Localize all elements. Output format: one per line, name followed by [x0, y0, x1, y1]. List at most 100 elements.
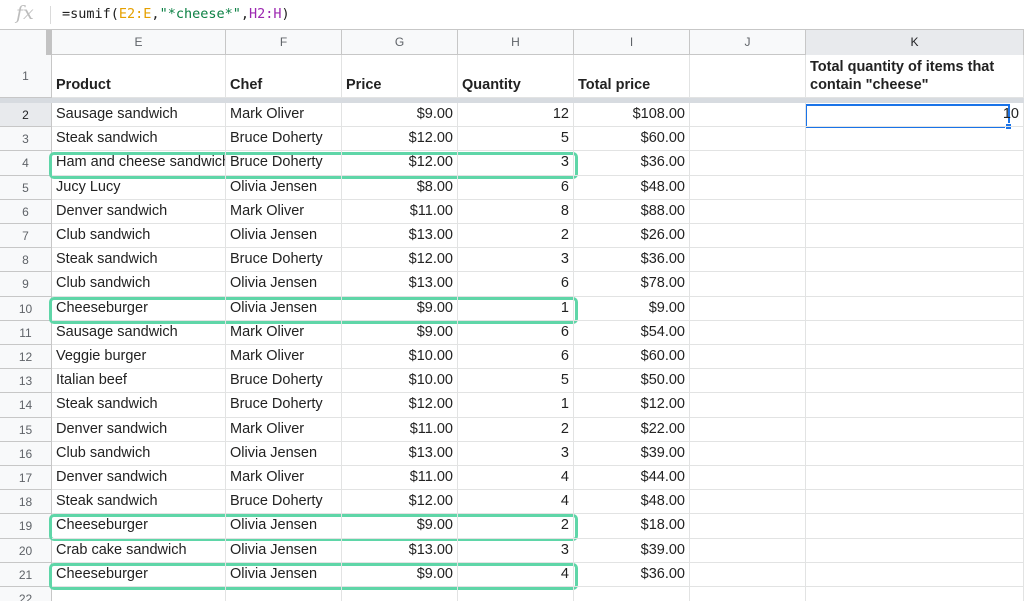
price-cell[interactable]: $12.00 — [342, 490, 458, 515]
row-header-2[interactable]: 2 — [0, 103, 52, 128]
quantity-cell[interactable]: 2 — [458, 224, 574, 249]
total-price-cell[interactable]: $88.00 — [574, 199, 690, 224]
chef-cell[interactable]: Mark Oliver — [226, 103, 342, 128]
empty-cell[interactable] — [806, 466, 1024, 491]
price-cell[interactable]: $11.00 — [342, 417, 458, 442]
empty-cell[interactable] — [52, 587, 226, 601]
total-price-cell[interactable]: $54.00 — [574, 320, 690, 345]
empty-cell[interactable] — [806, 441, 1024, 466]
product-cell[interactable]: Club sandwich — [52, 272, 226, 297]
empty-cell[interactable] — [690, 55, 806, 98]
header-cell-quantity[interactable]: Quantity — [458, 55, 574, 98]
chef-cell[interactable]: Olivia Jensen — [226, 296, 342, 321]
quantity-cell[interactable]: 6 — [458, 345, 574, 370]
price-cell[interactable]: $13.00 — [342, 538, 458, 563]
price-cell[interactable]: $9.00 — [342, 562, 458, 587]
empty-cell[interactable] — [806, 417, 1024, 442]
empty-cell[interactable] — [806, 224, 1024, 249]
empty-cell[interactable] — [806, 514, 1024, 539]
quantity-cell[interactable]: 8 — [458, 199, 574, 224]
price-cell[interactable]: $12.00 — [342, 151, 458, 176]
chef-cell[interactable]: Olivia Jensen — [226, 562, 342, 587]
total-price-cell[interactable]: $18.00 — [574, 514, 690, 539]
empty-cell[interactable] — [690, 490, 806, 515]
empty-cell[interactable] — [690, 562, 806, 587]
price-cell[interactable]: $13.00 — [342, 272, 458, 297]
total-price-cell[interactable]: $36.00 — [574, 151, 690, 176]
price-cell[interactable]: $12.00 — [342, 248, 458, 273]
header-cell-chef[interactable]: Chef — [226, 55, 342, 98]
empty-cell[interactable] — [690, 103, 806, 128]
column-header-f[interactable]: F — [226, 30, 342, 55]
price-cell[interactable]: $10.00 — [342, 345, 458, 370]
price-cell[interactable]: $11.00 — [342, 199, 458, 224]
empty-cell[interactable] — [806, 320, 1024, 345]
price-cell[interactable]: $8.00 — [342, 175, 458, 200]
product-cell[interactable]: Denver sandwich — [52, 199, 226, 224]
empty-cell[interactable] — [806, 248, 1024, 273]
empty-cell[interactable] — [690, 345, 806, 370]
empty-cell[interactable] — [690, 538, 806, 563]
total-price-cell[interactable]: $39.00 — [574, 538, 690, 563]
empty-cell[interactable] — [342, 587, 458, 601]
row-header-6[interactable]: 6 — [0, 199, 52, 224]
price-cell[interactable]: $13.00 — [342, 224, 458, 249]
empty-cell[interactable] — [806, 538, 1024, 563]
product-cell[interactable]: Denver sandwich — [52, 417, 226, 442]
select-all-corner[interactable] — [0, 30, 52, 55]
empty-cell[interactable] — [690, 224, 806, 249]
quantity-cell[interactable]: 5 — [458, 127, 574, 152]
empty-cell[interactable] — [806, 562, 1024, 587]
product-cell[interactable]: Club sandwich — [52, 224, 226, 249]
product-cell[interactable]: Italian beef — [52, 369, 226, 394]
chef-cell[interactable]: Olivia Jensen — [226, 224, 342, 249]
row-header-11[interactable]: 11 — [0, 320, 52, 345]
empty-cell[interactable] — [806, 490, 1024, 515]
quantity-cell[interactable]: 4 — [458, 562, 574, 587]
quantity-cell[interactable]: 2 — [458, 417, 574, 442]
chef-cell[interactable]: Bruce Doherty — [226, 490, 342, 515]
column-header-e[interactable]: E — [52, 30, 226, 55]
row-header-4[interactable]: 4 — [0, 151, 52, 176]
quantity-cell[interactable]: 3 — [458, 151, 574, 176]
column-header-i[interactable]: I — [574, 30, 690, 55]
row-header-7[interactable]: 7 — [0, 224, 52, 249]
product-cell[interactable]: Cheeseburger — [52, 562, 226, 587]
chef-cell[interactable]: Mark Oliver — [226, 417, 342, 442]
product-cell[interactable]: Cheeseburger — [52, 514, 226, 539]
product-cell[interactable]: Steak sandwich — [52, 127, 226, 152]
product-cell[interactable]: Ham and cheese sandwich — [52, 151, 226, 176]
empty-cell[interactable] — [690, 127, 806, 152]
total-price-cell[interactable]: $39.00 — [574, 441, 690, 466]
chef-cell[interactable]: Olivia Jensen — [226, 514, 342, 539]
empty-cell[interactable] — [806, 369, 1024, 394]
empty-cell[interactable] — [690, 514, 806, 539]
header-cell-total-price[interactable]: Total price — [574, 55, 690, 98]
row-header-3[interactable]: 3 — [0, 127, 52, 152]
empty-cell[interactable] — [690, 175, 806, 200]
empty-cell[interactable] — [690, 441, 806, 466]
row-header-8[interactable]: 8 — [0, 248, 52, 273]
total-price-cell[interactable]: $36.00 — [574, 248, 690, 273]
quantity-cell[interactable]: 6 — [458, 175, 574, 200]
chef-cell[interactable]: Bruce Doherty — [226, 248, 342, 273]
row-header-20[interactable]: 20 — [0, 538, 52, 563]
price-cell[interactable]: $12.00 — [342, 127, 458, 152]
empty-cell[interactable] — [458, 587, 574, 601]
chef-cell[interactable]: Mark Oliver — [226, 199, 342, 224]
row-header-14[interactable]: 14 — [0, 393, 52, 418]
row-header-22[interactable]: 22 — [0, 587, 52, 601]
product-cell[interactable]: Crab cake sandwich — [52, 538, 226, 563]
empty-cell[interactable] — [690, 393, 806, 418]
row-header-19[interactable]: 19 — [0, 514, 52, 539]
chef-cell[interactable]: Bruce Doherty — [226, 151, 342, 176]
quantity-cell[interactable]: 5 — [458, 369, 574, 394]
price-cell[interactable]: $9.00 — [342, 320, 458, 345]
row-header-12[interactable]: 12 — [0, 345, 52, 370]
quantity-cell[interactable]: 2 — [458, 514, 574, 539]
empty-cell[interactable] — [806, 199, 1024, 224]
total-price-cell[interactable]: $108.00 — [574, 103, 690, 128]
total-price-cell[interactable]: $48.00 — [574, 175, 690, 200]
row-header-9[interactable]: 9 — [0, 272, 52, 297]
quantity-cell[interactable]: 6 — [458, 272, 574, 297]
